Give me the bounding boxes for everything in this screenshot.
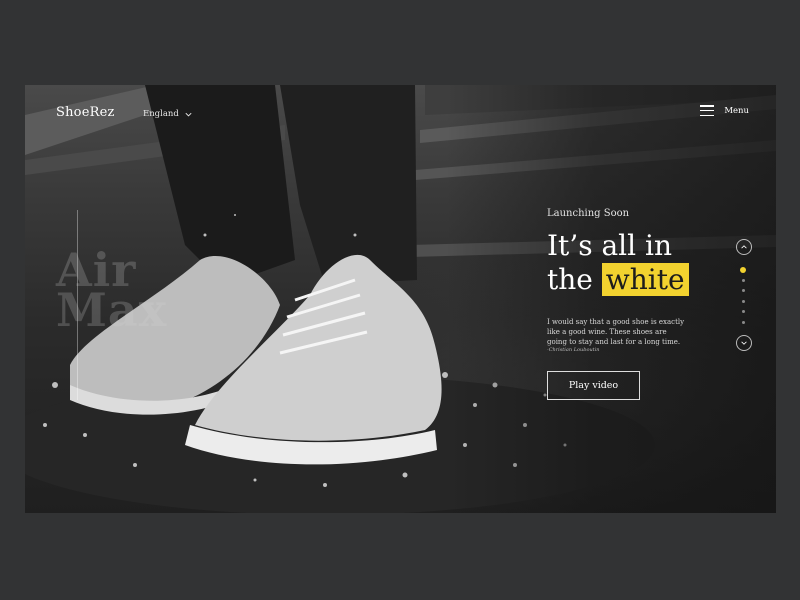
slider-prev-button[interactable] — [736, 239, 752, 255]
language-selector[interactable]: England — [143, 109, 193, 119]
slider-next-button[interactable] — [736, 335, 752, 351]
play-video-button[interactable]: Play video — [547, 371, 640, 400]
slider-dot[interactable] — [742, 310, 745, 313]
headline-line1: It’s all in — [547, 229, 672, 262]
menu-label: Menu — [724, 105, 749, 116]
site-logo[interactable]: ShoeRez — [56, 105, 115, 120]
chevron-up-icon — [741, 245, 747, 249]
headline-highlight: white — [601, 263, 689, 296]
quote-author: -Christian Louboutin — [547, 347, 600, 353]
headline-prefix: the — [547, 263, 593, 296]
hamburger-icon — [700, 105, 715, 116]
kicker-text: Launching Soon — [547, 208, 630, 219]
chevron-down-icon — [741, 341, 747, 345]
slider-dot[interactable] — [742, 320, 745, 324]
language-label: England — [143, 109, 179, 119]
headline: It’s all in the white — [547, 229, 689, 297]
hero-gradient-overlay — [446, 85, 776, 513]
slider-dot[interactable] — [740, 267, 746, 273]
description-text: I would say that a good shoe is exactly … — [547, 318, 685, 346]
slider-dot[interactable] — [742, 278, 745, 282]
slider-dot[interactable] — [742, 289, 745, 292]
menu-button[interactable]: Menu — [700, 105, 749, 116]
brand-watermark-line2: Max — [56, 283, 168, 337]
chevron-down-icon — [185, 112, 192, 116]
brand-watermark: Air Max — [56, 247, 168, 337]
slider-dot[interactable] — [742, 299, 745, 303]
